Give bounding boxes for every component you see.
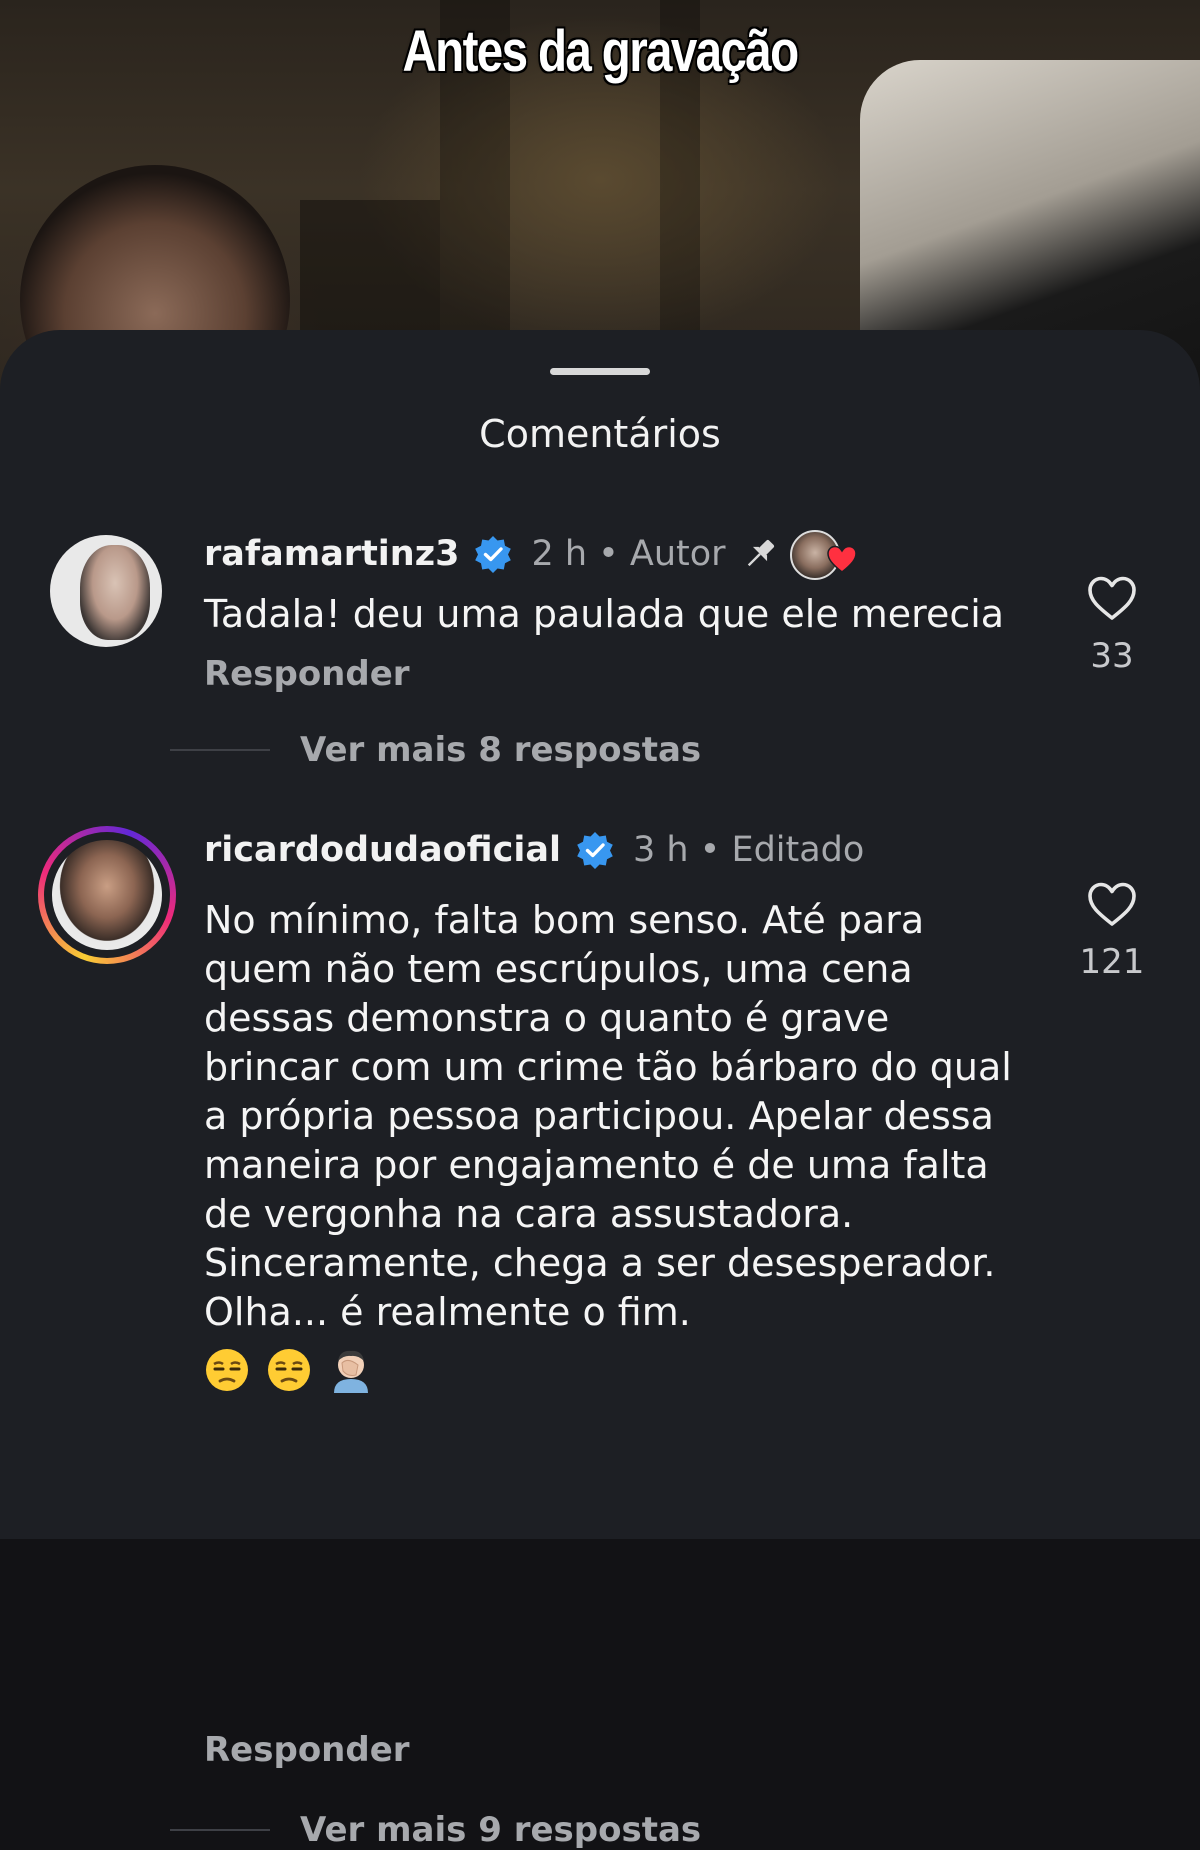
view-more-replies[interactable]: Ver mais 9 respostas: [170, 1810, 701, 1850]
reply-button[interactable]: Responder: [204, 654, 410, 694]
like-count: 121: [1079, 942, 1145, 982]
view-more-replies[interactable]: Ver mais 8 respostas: [170, 730, 701, 770]
username[interactable]: rafamartinz3: [204, 534, 459, 574]
sheet-title: Comentários: [479, 412, 721, 456]
comment-body: No mínimo, falta bom senso. Até para que…: [204, 898, 1012, 1334]
comment-header: ricardodudaoficial 3 h • Editado: [204, 830, 864, 870]
pin-icon: [747, 539, 774, 567]
view-more-replies-label[interactable]: Ver mais 9 respostas: [300, 1810, 701, 1850]
heart-outline-icon[interactable]: [1086, 880, 1138, 928]
comments-sheet: Comentários rafamartinz3 2 h • Autor Tad…: [0, 330, 1200, 1850]
video-caption-overlay: Antes da gravação: [402, 19, 799, 84]
reply-button[interactable]: Responder: [204, 1730, 410, 1770]
comment-text: No mínimo, falta bom senso. Até para que…: [204, 896, 1034, 1393]
unamused-face-emoji-icon: [206, 1348, 248, 1391]
emoji-row: [204, 1343, 1034, 1393]
heart-filled-icon: [826, 545, 857, 573]
like-column: 121: [1072, 880, 1152, 982]
unamused-face-emoji-icon: [268, 1348, 311, 1391]
verified-badge-icon: [577, 832, 613, 869]
comment-meta: 2 h • Autor: [531, 534, 726, 574]
story-ring-avatar[interactable]: [38, 826, 176, 964]
replies-divider-line: [170, 1829, 270, 1831]
person-facepalming-emoji-icon: [334, 1350, 369, 1393]
like-column: 33: [1072, 574, 1152, 676]
avatar[interactable]: [50, 535, 162, 647]
username[interactable]: ricardodudaoficial: [204, 830, 561, 870]
wall-panel: [300, 200, 440, 330]
sheet-drag-handle[interactable]: [550, 368, 650, 375]
comment-meta: 3 h • Editado: [632, 830, 865, 870]
comment-text: Tadala! deu uma paulada que ele merecia: [204, 592, 1005, 636]
like-count: 33: [1090, 636, 1134, 676]
verified-badge-icon: [475, 536, 512, 573]
liked-by-author-badge: [789, 528, 860, 580]
replies-divider-line: [170, 749, 270, 751]
heart-outline-icon[interactable]: [1086, 574, 1138, 622]
comment-header: rafamartinz3 2 h • Autor: [204, 528, 860, 580]
view-more-replies-label[interactable]: Ver mais 8 respostas: [300, 730, 701, 770]
